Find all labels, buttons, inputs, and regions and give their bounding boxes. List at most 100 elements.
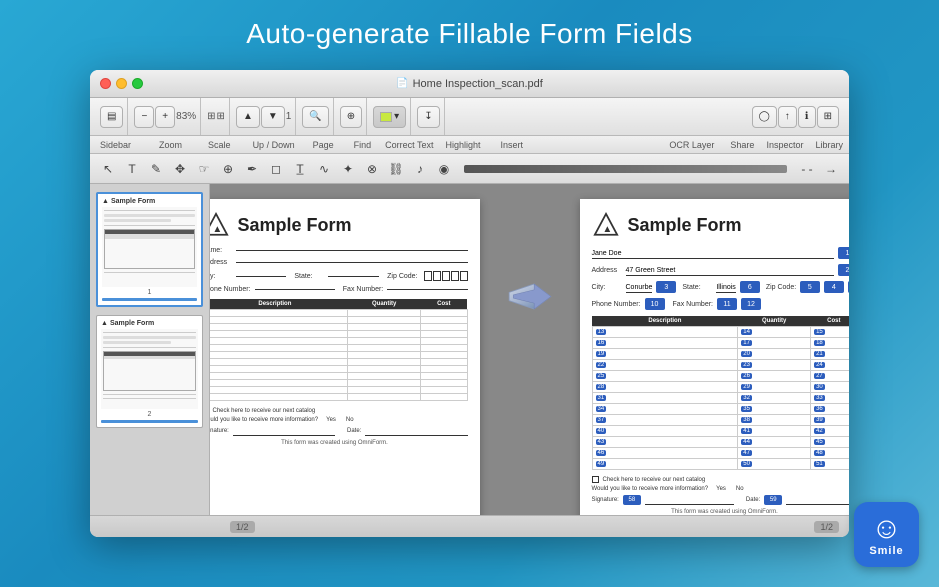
qty-cell <box>348 310 421 317</box>
edit-tool[interactable]: ✎ <box>146 159 166 179</box>
table-row: 25 26 27 <box>592 371 849 382</box>
cost-cell <box>421 366 467 373</box>
desc-cell-r: 22 <box>592 360 738 371</box>
fax-label: Fax Number: <box>343 286 383 293</box>
text-insert-tool[interactable]: T̲ <box>290 159 310 179</box>
qty-cell-r: 17 <box>738 338 811 349</box>
city-value-field: Conurbe <box>626 281 653 293</box>
ocr-layer-button[interactable]: ◯ <box>752 106 777 128</box>
sidebar-thumb-2[interactable]: ▲ Sample Form 2 <box>96 315 203 428</box>
stamp-tool[interactable]: ⊗ <box>362 159 382 179</box>
zip-box <box>460 271 468 281</box>
cost-cell <box>421 324 467 331</box>
dash-tool[interactable]: - - <box>797 159 817 179</box>
find-button[interactable]: 🔍 <box>302 106 328 128</box>
brush-tool[interactable]: ∿ <box>314 159 334 179</box>
yes-label-right: Yes <box>716 486 726 492</box>
cost-cell <box>421 310 467 317</box>
desc-cell <box>210 324 348 331</box>
desc-cell <box>210 352 348 359</box>
table-row <box>210 394 467 401</box>
table-row: 19 20 21 <box>592 349 849 360</box>
page-up-button[interactable]: ▲ <box>236 106 260 128</box>
inspector-button[interactable]: ℹ <box>798 106 816 128</box>
sidebar-thumb-1[interactable]: ▲ Sample Form <box>96 192 203 307</box>
shape-tool[interactable]: ◻ <box>266 159 286 179</box>
desc-cell-r: 49 <box>592 459 738 470</box>
zoom-plus-button[interactable]: + <box>155 106 175 128</box>
find-icon: 🔍 <box>309 111 321 122</box>
text-tool[interactable]: T <box>122 159 142 179</box>
cost-cell-r: 33 <box>811 393 849 404</box>
table-row <box>210 352 467 359</box>
qty-cell-r: 41 <box>738 426 811 437</box>
thumb-table-2 <box>103 351 196 391</box>
table-row <box>210 324 467 331</box>
form-table-left: Description Quantity Cost <box>210 299 468 401</box>
sidebar-button[interactable]: ▤ <box>100 106 123 128</box>
zoom-minus-button[interactable]: − <box>134 106 154 128</box>
phone-label-right: Phone Number: <box>592 301 641 308</box>
zip-label: Zip Code: <box>387 273 417 280</box>
highlight-button[interactable]: ▾ <box>373 106 406 128</box>
checkbox-row-right: Check here to receive our next catalog <box>592 476 850 483</box>
city-row: City: State: Zip Code: <box>210 271 468 281</box>
page-down-button[interactable]: ▼ <box>261 106 285 128</box>
cost-cell-r: 39 <box>811 415 849 426</box>
minimize-button[interactable] <box>116 78 127 89</box>
pen-tool[interactable]: ✒ <box>242 159 262 179</box>
field-num-7: 7 <box>848 281 849 293</box>
scroll-button[interactable]: ⊕ <box>340 106 362 128</box>
right-tools-group: ◯ ↑ ℹ ⊞ <box>748 98 843 135</box>
table-row <box>210 387 467 394</box>
cost-cell-r: 48 <box>811 448 849 459</box>
label-correct-text: Correct Text <box>385 140 433 150</box>
checkbox-row: Check here to receive our next catalog <box>210 407 468 414</box>
col-description: Description <box>210 299 348 310</box>
table-row: 43 44 45 <box>592 437 849 448</box>
thumb-block <box>104 219 171 222</box>
circle-tool[interactable]: ◉ <box>434 159 454 179</box>
label-ocr: OCR Layer <box>669 140 714 150</box>
thumb-block <box>103 336 196 339</box>
cost-cell <box>421 317 467 324</box>
line-style <box>464 165 787 173</box>
col-quantity-r: Quantity <box>738 316 811 327</box>
phone-row: Phone Number: Fax Number: <box>210 286 468 293</box>
zoom-value: 83% <box>176 111 196 122</box>
scale-icon2: ⊞ <box>217 111 225 122</box>
label-updown: Up / Down <box>253 140 295 150</box>
close-button[interactable] <box>100 78 111 89</box>
desc-cell-r: 43 <box>592 437 738 448</box>
color-tool[interactable]: ✦ <box>338 159 358 179</box>
qty-cell-r: 35 <box>738 404 811 415</box>
arrow-container <box>500 279 560 314</box>
audio-tool[interactable]: ♪ <box>410 159 430 179</box>
address-value: 47 Green Street <box>626 267 676 274</box>
insert-button[interactable]: ↧ <box>417 106 439 128</box>
qty-cell-r: 23 <box>738 360 811 371</box>
share-button[interactable]: ↑ <box>778 106 797 128</box>
move-tool[interactable]: ✥ <box>170 159 190 179</box>
desc-cell-r: 19 <box>592 349 738 360</box>
link-tool[interactable]: ⛓ <box>386 159 406 179</box>
table-row <box>210 366 467 373</box>
catalog-checkbox-right[interactable] <box>592 476 599 483</box>
zoom-tool[interactable]: ⊕ <box>218 159 238 179</box>
line-end-tool[interactable]: → <box>821 159 841 179</box>
select-tool[interactable]: ↖ <box>98 159 118 179</box>
thumb-page-num-1: 1 <box>102 289 197 296</box>
maximize-button[interactable] <box>132 78 143 89</box>
thumb-line <box>103 332 196 333</box>
thumb-block <box>104 214 195 217</box>
library-button[interactable]: ⊞ <box>817 106 839 128</box>
table-row: 31 32 33 <box>592 393 849 404</box>
annotation-toolbar: ↖ T ✎ ✥ ☞ ⊕ ✒ ◻ T̲ ∿ ✦ ⊗ ⛓ ♪ ◉ - - → <box>90 154 849 184</box>
date-label: Date: <box>347 428 361 434</box>
col-cost-r: Cost <box>811 316 849 327</box>
cost-cell <box>421 380 467 387</box>
hand-tool[interactable]: ☞ <box>194 159 214 179</box>
thumb-scroll <box>102 298 197 301</box>
city-row-right: City: Conurbe 3 State: Illinois 6 Zip Co… <box>592 281 850 293</box>
document-view[interactable]: ▲ Sample Form Name: Address City: State: <box>210 184 849 515</box>
